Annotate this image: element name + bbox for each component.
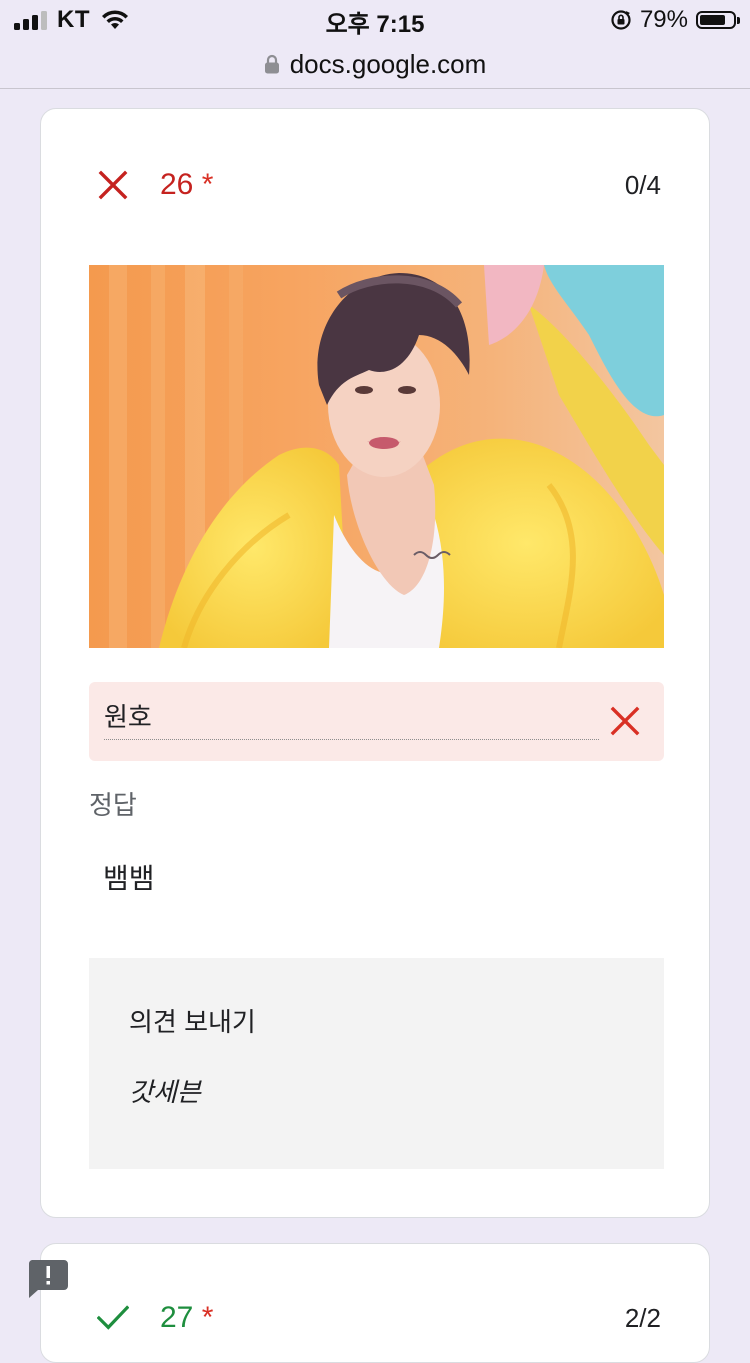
next-required-mark: * bbox=[201, 1301, 214, 1334]
next-question-title: 27 * bbox=[160, 1301, 213, 1335]
lock-icon bbox=[264, 54, 279, 74]
status-bar: KT 오후 7:15 79% bbox=[0, 0, 750, 40]
feedback-text: 갓세븐 bbox=[129, 1077, 201, 1107]
question-number: 26 bbox=[160, 168, 194, 201]
rotation-lock-icon bbox=[611, 10, 631, 30]
correct-answer: 뱀뱀 bbox=[103, 863, 155, 894]
user-answer: 원호 bbox=[104, 700, 599, 740]
wrong-answer-icon bbox=[610, 706, 640, 736]
question-header: 26 * 0/4 bbox=[97, 165, 661, 205]
url-text[interactable]: docs.google.com bbox=[290, 49, 487, 80]
address-bar[interactable]: docs.google.com bbox=[0, 40, 750, 89]
status-right: 79% bbox=[610, 6, 740, 34]
incorrect-icon bbox=[97, 169, 129, 201]
battery-fill bbox=[700, 15, 726, 25]
next-question-card: 27 * 2/2 bbox=[40, 1243, 710, 1363]
required-mark: * bbox=[201, 168, 214, 201]
correct-answer-label: 정답 bbox=[89, 790, 137, 820]
next-question-number: 27 bbox=[160, 1301, 194, 1334]
user-answer-box: 원호 bbox=[89, 682, 664, 761]
report-problem-icon[interactable] bbox=[28, 1258, 68, 1298]
next-question-header: 27 * 2/2 bbox=[97, 1298, 661, 1338]
question-card: 26 * 0/4 원호 정답 뱀뱀 의견 보내기 갓세븐 bbox=[40, 108, 710, 1218]
question-score: 0/4 bbox=[624, 169, 661, 200]
question-image bbox=[89, 265, 664, 648]
battery-percent: 79% bbox=[639, 6, 688, 33]
next-question-score: 2/2 bbox=[624, 1302, 661, 1333]
question-title: 26 * bbox=[160, 168, 213, 202]
feedback-title: 의견 보내기 bbox=[129, 1007, 256, 1037]
correct-icon bbox=[97, 1302, 129, 1334]
feedback-box: 의견 보내기 갓세븐 bbox=[89, 958, 664, 1169]
battery-icon bbox=[696, 11, 740, 29]
